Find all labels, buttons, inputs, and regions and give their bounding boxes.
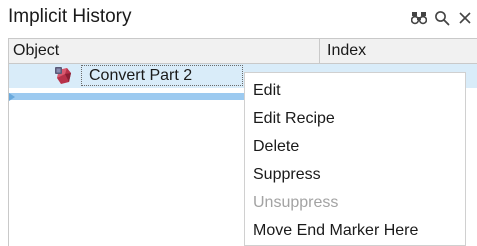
titlebar-icons — [411, 8, 473, 28]
panel-titlebar: Implicit History — [0, 0, 477, 36]
close-icon[interactable] — [457, 9, 473, 27]
menu-item-unsuppress: Unsuppress — [253, 194, 339, 211]
menu-item-move-end-marker-here[interactable]: Move End Marker Here — [253, 219, 418, 243]
menu-item-suppress[interactable]: Suppress — [253, 163, 321, 187]
menu-item-edit[interactable]: Edit — [253, 79, 281, 103]
end-marker-arrow-icon — [9, 93, 15, 101]
column-header-index[interactable]: Index — [327, 39, 366, 63]
implicit-history-panel: Implicit History Object Index Convert Pa… — [0, 0, 477, 246]
context-menu: Edit Edit Recipe Delete Suppress Unsuppr… — [244, 72, 466, 246]
convert-part-icon — [53, 65, 75, 87]
menu-item-edit-recipe[interactable]: Edit Recipe — [253, 107, 335, 131]
panel-title: Implicit History — [8, 6, 132, 27]
grid-header: Object Index — [9, 38, 477, 64]
binoculars-icon[interactable] — [411, 9, 427, 27]
column-header-object[interactable]: Object — [13, 39, 59, 63]
row-object-label: Convert Part 2 — [89, 67, 193, 84]
column-separator[interactable] — [319, 39, 320, 63]
search-icon[interactable] — [434, 9, 450, 27]
end-marker[interactable] — [9, 93, 249, 101]
menu-item-delete[interactable]: Delete — [253, 135, 299, 159]
